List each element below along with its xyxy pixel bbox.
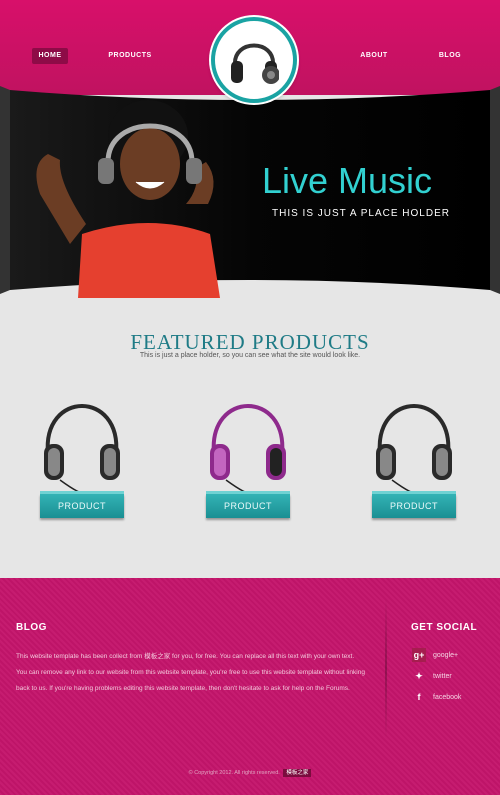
nav-about[interactable]: ABOUT [352,48,396,64]
nav-blog[interactable]: BLOG [432,48,468,64]
site-logo[interactable] [211,17,297,103]
product-card-1[interactable]: PRODUCT [40,388,140,528]
footer-blog-title: BLOG [16,622,47,633]
footer-divider [385,598,387,738]
product-button-2[interactable]: PRODUCT [206,491,290,518]
copyright-text: © Copyright 2012. All rights reserved. [188,770,280,776]
twitter-icon: ✦ [415,670,423,681]
social-label-facebook: facebook [433,693,462,701]
product-button-3[interactable]: PRODUCT [372,491,456,518]
headphones-product-icon [376,404,452,492]
headphones-product-icon [210,404,286,492]
product-card-3[interactable]: PRODUCT [372,388,472,528]
social-label-google: google+ [433,651,459,659]
product-card-2[interactable]: PRODUCT [206,388,306,528]
copyright-link[interactable]: 模板之家 [283,769,312,777]
copyright: © Copyright 2012. All rights reserved. 模… [0,768,500,777]
social-link-google[interactable]: g+ google+ [412,648,458,662]
social-link-facebook[interactable]: f facebook [412,690,462,704]
facebook-icon: f [417,692,421,702]
nav-products[interactable]: PRODUCTS [100,48,160,64]
headphones-product-icon [44,404,120,492]
headphones-icon [231,43,279,84]
site-footer: BLOG This website template has been coll… [0,578,500,795]
google-plus-icon: g+ [412,648,426,662]
featured-subtitle: This is just a place holder, so you can … [139,352,361,359]
hero-banner: Live Music THIS IS JUST A PLACE HOLDER [0,84,500,298]
hero-title: Live Music [262,160,433,201]
footer-blog-text: This website template has been collect f… [16,653,365,692]
product-button-1[interactable]: PRODUCT [40,491,124,518]
hero-subtitle: THIS IS JUST A PLACE HOLDER [272,208,450,219]
footer-social-title: GET SOCIAL [411,622,478,633]
social-label-twitter: twitter [433,672,452,680]
social-link-twitter[interactable]: ✦ twitter [412,669,452,683]
nav-home[interactable]: HOME [32,48,68,64]
